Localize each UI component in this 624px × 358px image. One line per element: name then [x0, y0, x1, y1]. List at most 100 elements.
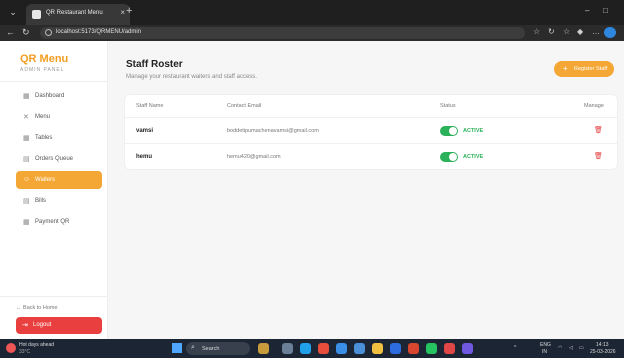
profile-icon[interactable]	[604, 27, 616, 38]
status-badge: ACTIVE	[463, 128, 484, 134]
menu-icon: ✕	[23, 114, 29, 121]
toggle-knob	[449, 153, 457, 161]
orders-icon: ▤	[23, 156, 30, 163]
app-icon[interactable]	[462, 343, 473, 354]
star-icon[interactable]: ☆	[533, 27, 540, 36]
edge-icon[interactable]	[300, 343, 311, 354]
extension-icon[interactable]: ◆	[577, 27, 583, 36]
people-icon: ☺	[23, 176, 31, 183]
brand-subtitle: ADMIN PANEL	[20, 67, 65, 73]
toggle-knob	[449, 127, 457, 135]
back-to-home-link[interactable]: ← Back to Home	[16, 305, 58, 311]
new-tab-icon[interactable]: +	[126, 5, 132, 17]
staff-name: hemu	[136, 154, 153, 160]
favicon-icon	[32, 10, 41, 19]
favorites-icon[interactable]: ☆	[563, 27, 570, 36]
sidebar-item-label: Dashboard	[35, 93, 65, 99]
url-text: localhost:5173/QRMENU/admin	[56, 29, 142, 35]
sidebar-item-waiters[interactable]: ☺ Waiters	[16, 171, 102, 189]
office-icon[interactable]	[408, 343, 419, 354]
file-explorer-icon[interactable]	[372, 343, 383, 354]
staff-email: boddetipumachenavamsi@gmail.com	[227, 128, 319, 134]
task-view-icon[interactable]	[282, 343, 293, 354]
outlook-icon[interactable]	[390, 343, 401, 354]
chrome-icon[interactable]	[318, 343, 329, 354]
refresh-icon[interactable]: ↻	[548, 27, 555, 36]
sidebar-item-tables[interactable]: ▦ Tables	[16, 129, 102, 147]
browser-tab-bar: ⌄ QR Restaurant Menu × + – □	[0, 0, 624, 25]
whatsapp-icon[interactable]	[426, 343, 437, 354]
sidebar-item-menu[interactable]: ✕ Menu	[16, 108, 102, 126]
column-header-manage: Manage	[584, 103, 604, 109]
sidebar-item-label: Menu	[35, 114, 51, 120]
register-staff-button[interactable]: + Register Staff	[554, 61, 614, 77]
start-icon[interactable]	[172, 343, 182, 353]
register-staff-label: Register Staff	[574, 66, 608, 72]
status-badge: ACTIVE	[463, 154, 484, 160]
brand-title: QR Menu	[20, 53, 69, 65]
reload-icon[interactable]: ↻	[22, 27, 30, 38]
column-header-status: Status	[440, 103, 456, 109]
sidebar-item-label: Waiters	[35, 177, 56, 183]
back-arrow-icon[interactable]: ←	[6, 27, 15, 37]
battery-icon[interactable]: ▭	[579, 345, 584, 351]
staff-table: Staff Name Contact Email Status Manage v…	[124, 94, 618, 170]
search-icon: ⌕	[191, 344, 195, 351]
address-bar: ← ↻ localhost:5173/QRMENU/admin ☆ ↻ ☆ ◆ …	[0, 25, 624, 41]
maximize-icon[interactable]: □	[603, 6, 608, 15]
clock-date: 25-03-2026	[590, 349, 616, 355]
taskbar-search[interactable]: ⌕ Search	[186, 342, 250, 355]
column-header-staff-name: Staff Name	[136, 103, 164, 109]
bill-icon: ▤	[23, 198, 30, 205]
logout-label: Logout	[33, 322, 52, 328]
sidebar-item-label: Orders Queue	[35, 156, 74, 162]
tab-close-icon[interactable]: ×	[120, 8, 125, 17]
delete-icon[interactable]: 🗑	[594, 126, 603, 134]
wifi-icon[interactable]: ◠	[558, 345, 562, 351]
url-field[interactable]: localhost:5173/QRMENU/admin	[40, 27, 525, 39]
language-indicator[interactable]: ENG	[540, 342, 551, 348]
sidebar-item-label: Payment QR	[35, 219, 70, 225]
staff-name: vamsi	[136, 128, 154, 134]
browser-tab[interactable]: QR Restaurant Menu ×	[26, 4, 130, 25]
page-subtitle: Manage your restaurant waiters and staff…	[126, 74, 257, 80]
table-row: vamsi boddetipumachenavamsi@gmail.com AC…	[125, 117, 617, 143]
main-content: Staff Roster Manage your restaurant wait…	[108, 41, 624, 339]
logout-icon: ⇥	[22, 322, 28, 329]
delete-icon[interactable]: 🗑	[594, 152, 603, 160]
tab-menu-icon[interactable]: ⌄	[6, 6, 20, 19]
status-toggle[interactable]	[440, 152, 458, 162]
sidebar-item-bills[interactable]: ▤ Bills	[16, 192, 102, 210]
clock-time[interactable]: 14:13	[596, 342, 609, 348]
sidebar-item-orders-queue[interactable]: ▤ Orders Queue	[16, 150, 102, 168]
vscode-icon[interactable]	[336, 343, 347, 354]
weather-icon[interactable]	[6, 343, 16, 353]
column-header-contact-email: Contact Email	[227, 103, 262, 109]
staff-email: hemu420@gmail.com	[227, 154, 281, 160]
sidebar-item-payment-qr[interactable]: ▦ Payment QR	[16, 213, 102, 231]
store-icon[interactable]	[354, 343, 365, 354]
app-icon[interactable]	[444, 343, 455, 354]
status-toggle[interactable]	[440, 126, 458, 136]
plus-icon: +	[563, 64, 568, 73]
logout-button[interactable]: ⇥ Logout	[16, 317, 102, 334]
volume-icon[interactable]: ◁	[569, 345, 573, 351]
language-region: IN	[542, 349, 547, 355]
page-title: Staff Roster	[126, 59, 183, 70]
weather-temp: 33°C	[19, 349, 31, 355]
sidebar: QR Menu ADMIN PANEL ▦ Dashboard ✕ Menu ▦…	[0, 41, 108, 339]
search-label: Search	[202, 346, 220, 352]
weather-title: Hot days ahead	[19, 342, 55, 348]
more-icon[interactable]: …	[592, 27, 600, 36]
widgets-icon[interactable]	[258, 343, 269, 354]
minimize-icon[interactable]: –	[585, 6, 589, 15]
table-icon: ▦	[23, 135, 30, 142]
divider	[0, 81, 107, 82]
tray-chevron-icon[interactable]: ^	[514, 345, 516, 351]
sidebar-item-label: Tables	[35, 135, 53, 141]
sidebar-item-label: Bills	[35, 198, 47, 204]
divider	[0, 296, 107, 297]
sidebar-item-dashboard[interactable]: ▦ Dashboard	[16, 87, 102, 105]
site-info-icon[interactable]	[45, 29, 52, 36]
grid-icon: ▦	[23, 93, 30, 100]
